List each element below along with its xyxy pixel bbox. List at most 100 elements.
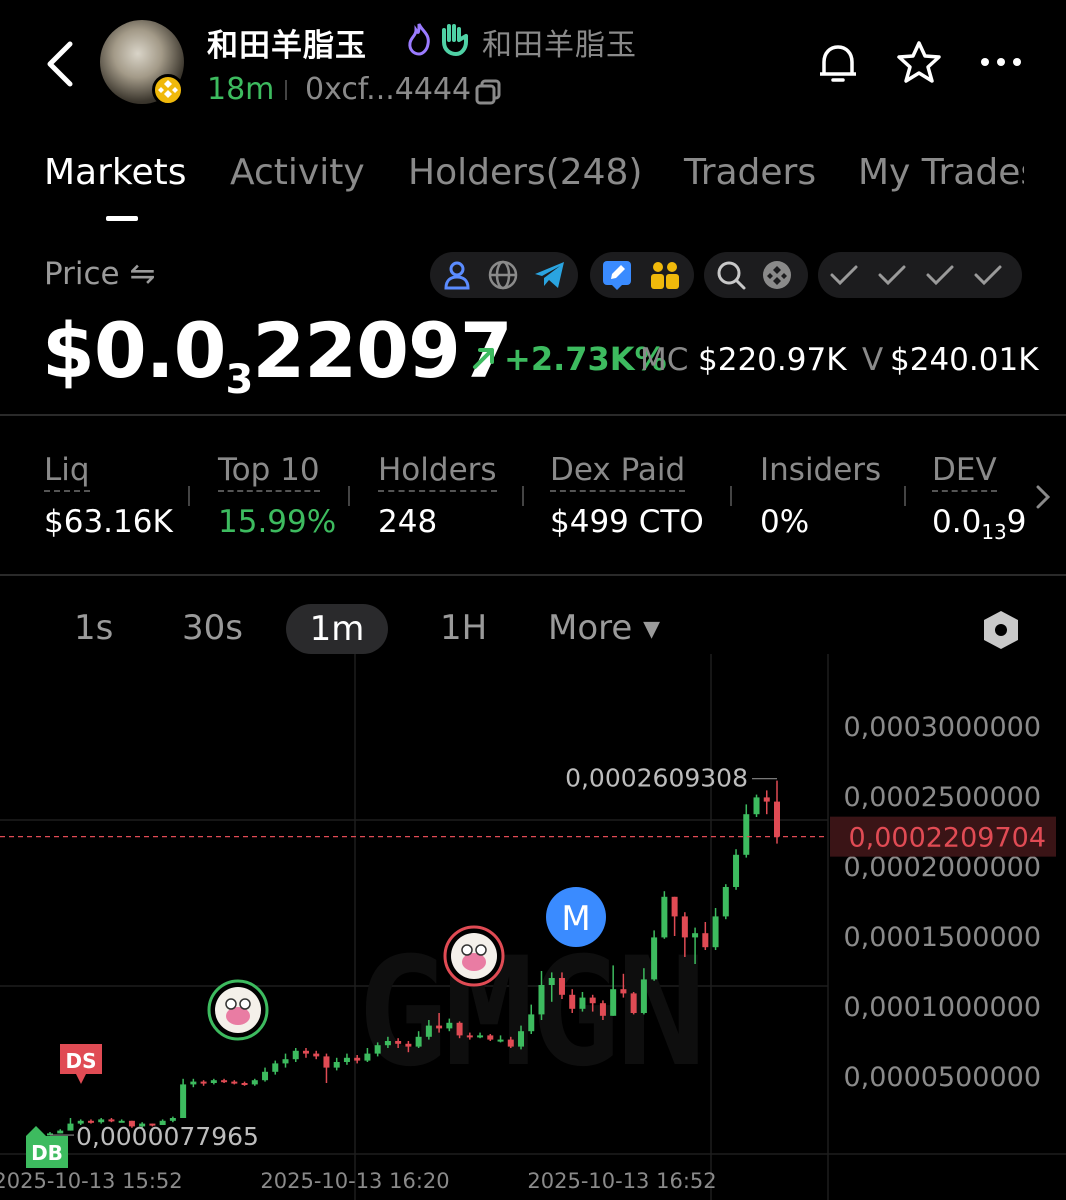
candle <box>210 1078 217 1085</box>
x-tick-label: 2025-10-13 16:52 <box>527 1169 716 1193</box>
candle <box>302 1048 309 1058</box>
community-icon[interactable] <box>648 258 682 292</box>
price-label[interactable]: Price ⇋ <box>44 256 155 292</box>
candle <box>200 1080 207 1086</box>
stat-liq-label[interactable]: Liq <box>44 452 90 492</box>
security-checks-group[interactable] <box>818 252 1022 298</box>
candle <box>702 922 709 950</box>
chart-watermark: GMGN <box>357 926 702 1100</box>
svg-text:DB: DB <box>31 1141 63 1165</box>
svg-text:DS: DS <box>65 1049 96 1073</box>
candle <box>221 1078 228 1083</box>
tab-traders[interactable]: Traders <box>684 152 816 193</box>
x-tick-label: 2025-10-13 16:20 <box>260 1169 449 1193</box>
edit-icon[interactable] <box>600 258 634 292</box>
more-options-icon[interactable] <box>978 50 1024 74</box>
m-marker[interactable]: M <box>546 887 606 947</box>
tab-markets[interactable]: Markets <box>44 152 187 193</box>
separator <box>348 486 350 506</box>
candle <box>753 794 760 817</box>
buyer-avatar-marker[interactable] <box>207 979 269 1041</box>
candle <box>272 1060 279 1075</box>
candle <box>180 1078 187 1118</box>
tab-holders[interactable]: Holders(248) <box>408 152 642 193</box>
x-tick-label: 2025-10-13 15:52 <box>0 1169 183 1193</box>
candle <box>323 1053 330 1083</box>
interval-more[interactable]: More ▼ <box>548 608 660 648</box>
stat-liq-value: $63.16K <box>44 504 173 540</box>
price-chart[interactable]: GMGN 0,0003000000 0,0002500000 0,000200000… <box>0 654 1066 1200</box>
interval-1h[interactable]: 1H <box>440 608 487 648</box>
check-icons <box>830 265 1002 286</box>
candle <box>251 1078 258 1086</box>
stat-dexpaid-label[interactable]: Dex Paid <box>550 452 686 492</box>
high-price-label: 0,0002609308 <box>565 764 748 793</box>
bscscan-icon[interactable] <box>760 258 794 292</box>
search-icon[interactable] <box>714 258 748 292</box>
caret-down-icon: ▼ <box>643 617 661 642</box>
separator <box>730 486 732 506</box>
stat-insiders-label[interactable]: Insiders <box>760 452 881 490</box>
market-cap-value: $220.97K <box>698 342 847 378</box>
candle <box>67 1118 74 1131</box>
candle <box>712 908 719 950</box>
candle <box>262 1067 269 1082</box>
hand-icon <box>442 24 468 56</box>
y-tick-label: 0,0000500000 <box>843 1062 1041 1093</box>
market-cap-label: MC <box>640 342 689 378</box>
y-tick-label: 0,0001000000 <box>843 992 1041 1023</box>
user-icon[interactable] <box>440 258 474 292</box>
star-icon[interactable] <box>894 38 944 88</box>
back-arrow-icon[interactable] <box>38 38 84 90</box>
candle <box>661 891 668 939</box>
globe-icon[interactable] <box>486 258 520 292</box>
ds-marker[interactable]: DS <box>60 1044 102 1084</box>
interval-30s[interactable]: 30s <box>182 608 243 648</box>
candle <box>630 992 637 1015</box>
bnb-chain-badge-icon <box>152 74 184 106</box>
stat-holders-value: 248 <box>378 504 438 540</box>
stat-top10-label[interactable]: Top 10 <box>218 452 320 492</box>
fire-icon <box>408 23 430 56</box>
svg-text:M: M <box>561 899 590 939</box>
interval-1m[interactable]: 1m <box>286 604 388 654</box>
stat-dexpaid-value: $499 CTO <box>550 504 704 540</box>
candle <box>774 780 780 844</box>
stat-holders-label[interactable]: Holders <box>378 452 497 492</box>
search-group <box>704 252 808 298</box>
up-arrow-icon <box>473 348 494 369</box>
seller-avatar-marker[interactable] <box>443 925 505 987</box>
candle <box>292 1048 299 1062</box>
separator <box>522 486 524 506</box>
settings-hexagon-icon[interactable] <box>980 608 1022 652</box>
stat-dev-label[interactable]: DEV <box>932 452 997 492</box>
y-tick-label: 0,0002000000 <box>843 852 1041 883</box>
tab-my-trades[interactable]: My Trades <box>858 152 1024 193</box>
low-price-label: 0,0000077965 <box>76 1122 259 1151</box>
candle <box>651 930 658 981</box>
stat-dev-value: 0.0139 <box>932 504 1026 545</box>
bell-icon[interactable] <box>814 40 862 88</box>
divider <box>0 414 1066 416</box>
separator <box>285 80 287 100</box>
social-links-group <box>430 252 578 298</box>
interval-1s[interactable]: 1s <box>74 608 113 648</box>
token-name: 和田羊脂玉 <box>207 28 367 64</box>
candle <box>241 1081 248 1086</box>
candle <box>743 804 750 858</box>
token-age: 18m <box>207 72 275 107</box>
telegram-icon[interactable] <box>532 258 568 292</box>
candle <box>343 1053 350 1065</box>
candle <box>733 849 740 890</box>
candle <box>313 1050 320 1060</box>
current-price-label: 0,0002209704 <box>848 823 1046 854</box>
tab-activity[interactable]: Activity <box>230 152 365 193</box>
copy-icon[interactable] <box>474 78 502 106</box>
active-tab-indicator <box>106 216 138 221</box>
candle <box>190 1078 197 1088</box>
chevron-right-icon[interactable] <box>1032 482 1054 512</box>
candle <box>763 790 770 815</box>
token-alias: 和田羊脂玉 <box>482 28 637 63</box>
contract-address[interactable]: 0xcf...4444 <box>305 72 471 107</box>
candle <box>282 1053 289 1068</box>
